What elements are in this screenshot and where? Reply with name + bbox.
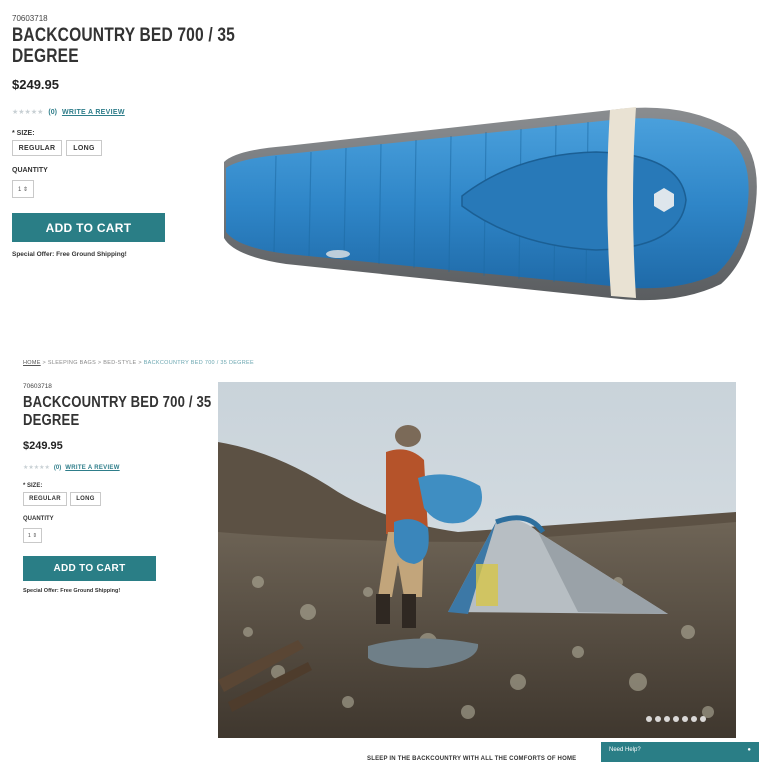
product-panel-bottom: HOME > SLEEPING BAGS > BED-STYLE > BACKC… [0,352,759,762]
product-price: $249.95 [23,440,63,452]
carousel-dot[interactable] [673,716,679,722]
add-to-cart-button[interactable]: ADD TO CART [23,556,156,581]
size-label: * SIZE: [23,483,43,489]
product-title-line2: DEGREE [12,46,79,68]
size-option-regular[interactable]: REGULAR [23,492,67,506]
carousel-dot[interactable] [700,716,706,722]
breadcrumb-current: BACKCOUNTRY BED 700 / 35 DEGREE [143,360,254,366]
product-title: BACKCOUNTRY BED 700 / 35 DEGREE [12,25,235,68]
breadcrumb-home-link[interactable]: HOME [23,360,41,366]
product-title: BACKCOUNTRY BED 700 / 35 DEGREE [23,394,211,430]
lifestyle-photo [218,382,736,738]
add-to-cart-button[interactable]: ADD TO CART [12,213,165,242]
special-offer-text: Special Offer: Free Ground Shipping! [23,588,121,594]
carousel-dot[interactable] [646,716,652,722]
need-help-label: Need Help? [609,747,641,753]
write-review-link[interactable]: WRITE A REVIEW [62,109,125,116]
quantity-label: QUANTITY [12,167,48,174]
size-label: * SIZE: [12,130,35,137]
product-sku: 70603718 [12,14,48,23]
product-price: $249.95 [12,77,59,92]
sleeping-bag-product-image [224,107,757,301]
write-review-link[interactable]: WRITE A REVIEW [65,465,119,471]
product-caption: SLEEP IN THE BACKCOUNTRY WITH ALL THE CO… [367,756,577,762]
quantity-select[interactable]: 1 ⇕ [23,528,42,543]
special-offer-text: Special Offer: Free Ground Shipping! [12,251,127,258]
rating-count: (0) [48,108,57,116]
rating-stars-icon: ★★★★★ [12,109,44,116]
carousel-dots [646,716,706,722]
rating-count: (0) [53,464,62,471]
rating-row: ★★★★★ (0) WRITE A REVIEW [23,464,120,472]
breadcrumb-middle[interactable]: > SLEEPING BAGS > BED-STYLE > [41,360,144,366]
size-option-regular[interactable]: REGULAR [12,140,62,156]
product-panel-top: 70603718 BACKCOUNTRY BED 700 / 35 DEGREE… [0,0,759,330]
rating-row: ★★★★★ (0) WRITE A REVIEW [12,108,125,117]
carousel-dot[interactable] [664,716,670,722]
rating-stars-icon: ★★★★★ [23,465,50,471]
size-options: REGULAR LONG [23,492,101,506]
product-title-line1: BACKCOUNTRY BED 700 / 35 [23,394,212,411]
product-title-line1: BACKCOUNTRY BED 700 / 35 [12,25,235,46]
size-option-long[interactable]: LONG [66,140,102,156]
chat-icon: ● [747,747,751,753]
carousel-dot[interactable] [691,716,697,722]
product-sku: 70603718 [23,383,52,390]
carousel-dot[interactable] [655,716,661,722]
product-title-line2: DEGREE [23,411,80,429]
quantity-select[interactable]: 1 ⇕ [12,180,34,198]
size-options: REGULAR LONG [12,140,102,156]
breadcrumb: HOME > SLEEPING BAGS > BED-STYLE > BACKC… [23,360,254,366]
need-help-tab[interactable]: Need Help? ● [601,742,759,762]
size-option-long[interactable]: LONG [70,492,101,506]
carousel-dot[interactable] [682,716,688,722]
quantity-label: QUANTITY [23,516,54,522]
